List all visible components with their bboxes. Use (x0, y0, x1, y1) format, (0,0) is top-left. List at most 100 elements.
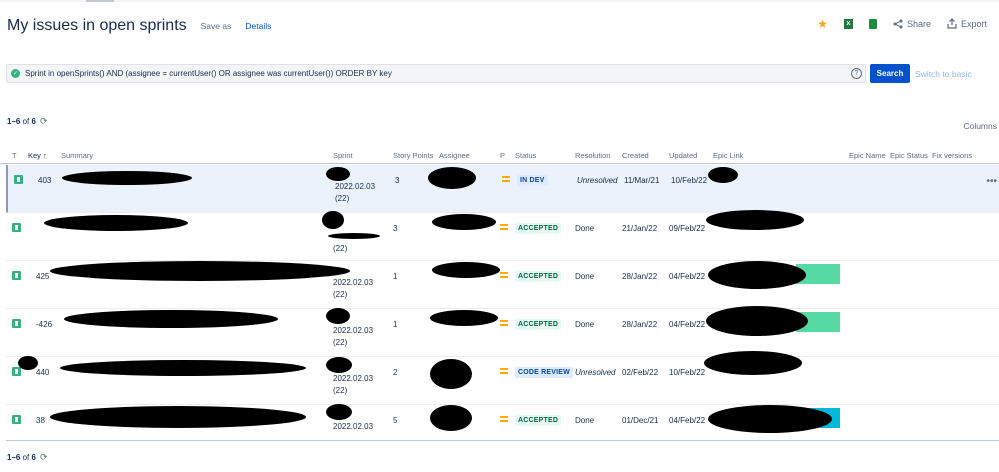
redaction (328, 233, 380, 239)
more-actions-icon[interactable]: ••• (986, 176, 997, 187)
results-of: of (22, 453, 30, 462)
priority-medium-icon (500, 224, 508, 230)
col-epic-status[interactable]: Epic Status (890, 151, 928, 160)
sprint-date: 2022.02.03 (333, 374, 374, 383)
redaction (706, 210, 804, 230)
save-as-link[interactable]: Save as (201, 21, 232, 31)
priority-medium-icon (500, 320, 508, 326)
story-points: 3 (395, 176, 400, 185)
col-sprint[interactable]: Sprint (333, 151, 353, 160)
col-fix-versions[interactable]: Fix versions (932, 151, 972, 160)
star-icon[interactable]: ★ (817, 18, 828, 30)
switch-to-basic-link[interactable]: Switch to basic (915, 69, 972, 79)
created-date: 02/Feb/22 (622, 368, 659, 377)
col-epic-link[interactable]: Epic Link (713, 151, 743, 160)
sprint-date: 2022.02.03 (333, 278, 374, 287)
priority-medium-icon (500, 416, 508, 422)
sprint-cell[interactable]: 2022.02.03 (22) (335, 181, 375, 205)
story-icon (14, 175, 23, 184)
details-link[interactable]: Details (245, 21, 271, 31)
sprint-cell[interactable]: 2022.02.03 (333, 421, 373, 433)
status-badge[interactable]: IN DEV (517, 175, 548, 186)
table-row[interactable]: 38 2022.02.03 5 ACCEPTED Done 01/Dec/21 … (6, 404, 999, 453)
col-updated[interactable]: Updated (669, 151, 697, 160)
sprint-cell[interactable]: (22) (333, 243, 347, 255)
table-row[interactable]: 403 2022.02.03 (22) 3 IN DEV Unresolved 1… (6, 165, 999, 213)
col-status[interactable]: Status (515, 151, 536, 160)
status-badge[interactable]: ACCEPTED (515, 415, 562, 426)
redaction (50, 406, 306, 428)
redaction (708, 261, 806, 289)
col-created[interactable]: Created (622, 151, 649, 160)
created-date: 01/Dec/21 (622, 416, 659, 425)
col-priority[interactable]: P (500, 151, 505, 160)
jql-text: Sprint in openSprints() AND (assignee = … (25, 69, 392, 78)
table-row[interactable]: (22) 3 ACCEPTED Done 21/Jan/22 09/Feb/22 (6, 210, 999, 261)
refresh-icon[interactable]: ⟳ (40, 452, 48, 463)
priority-medium-icon (500, 368, 508, 374)
updated-date: 04/Feb/22 (669, 272, 706, 281)
google-sheets-icon[interactable] (868, 18, 877, 29)
sprint-cell[interactable]: 2022.02.03 (22) (333, 277, 373, 301)
redaction (708, 167, 738, 183)
redaction (704, 351, 802, 375)
sprint-cell[interactable]: 2022.02.03 (22) (333, 325, 373, 349)
issue-key[interactable]: -426 (36, 320, 52, 329)
col-epic-name[interactable]: Epic Name (849, 151, 886, 160)
sprint-cell[interactable]: 2022.02.03 (22) (333, 373, 373, 397)
redaction (326, 308, 350, 324)
created-date: 28/Jan/22 (622, 272, 658, 281)
help-icon[interactable]: ? (851, 68, 862, 79)
issue-key[interactable]: 440 (36, 368, 49, 377)
export-label: Export (960, 18, 987, 29)
status-badge[interactable]: ACCEPTED (515, 223, 562, 234)
export-button[interactable]: Export (947, 18, 987, 29)
refresh-icon[interactable]: ⟳ (40, 116, 48, 127)
results-total: 6 (31, 117, 36, 126)
redaction (60, 360, 306, 376)
jql-query-input[interactable]: ✓ Sprint in openSprints() AND (assignee … (6, 64, 866, 83)
status-badge[interactable]: ACCEPTED (515, 271, 562, 282)
story-icon (12, 319, 21, 328)
excel-icon[interactable]: x (843, 18, 853, 29)
table-row[interactable]: 425 2022.02.03 (22) 1 ACCEPTED Done 28/Ja… (6, 261, 999, 309)
col-resolution[interactable]: Resolution (575, 151, 610, 160)
resolution: Unresolved (575, 368, 616, 377)
issue-key[interactable]: 425 (36, 272, 49, 281)
resolution: Done (575, 320, 595, 329)
created-date: 11/Mar/21 (624, 176, 660, 185)
redaction (18, 356, 38, 370)
table-row[interactable]: -426 2022.02.03 (22) 1 ACCEPTED Done 28/J… (6, 306, 999, 357)
sprint-date: 2022.02.03 (333, 422, 374, 431)
search-button[interactable]: Search (870, 64, 910, 83)
sprint-count: (22) (333, 244, 348, 253)
story-icon (12, 271, 21, 280)
share-label: Share (906, 18, 931, 29)
redaction (432, 262, 500, 278)
redaction (326, 357, 352, 373)
sprint-count: (22) (333, 338, 348, 347)
updated-date: 04/Feb/22 (669, 416, 706, 425)
results-range: 1–6 (7, 453, 21, 462)
table-row[interactable]: 440 2022.02.03 (22) 2 CODE REVIEW Unresol… (6, 351, 999, 405)
story-points: 2 (393, 368, 398, 377)
col-assignee[interactable]: Assignee (439, 151, 470, 160)
results-count-bottom: 1–6 of 6 ⟳ (7, 452, 48, 463)
status-badge[interactable]: ACCEPTED (515, 319, 562, 330)
columns-button[interactable]: Columns (963, 121, 997, 131)
col-story-points[interactable]: Story Points (393, 151, 433, 160)
share-button[interactable]: Share (893, 19, 931, 29)
redaction (44, 215, 188, 231)
col-key-label: Key (28, 151, 41, 160)
results-range: 1–6 (7, 117, 21, 126)
issue-key[interactable]: 38 (36, 416, 45, 425)
priority-medium-icon (500, 272, 508, 278)
issue-key[interactable]: 403 (38, 176, 51, 185)
col-key[interactable]: Key ↑ (28, 151, 47, 160)
status-badge[interactable]: CODE REVIEW (515, 367, 573, 378)
resolution: Unresolved (577, 176, 618, 185)
top-bar (0, 0, 999, 2)
col-summary[interactable]: Summary (61, 151, 93, 160)
col-type[interactable]: T (12, 151, 17, 160)
redaction (62, 171, 192, 185)
